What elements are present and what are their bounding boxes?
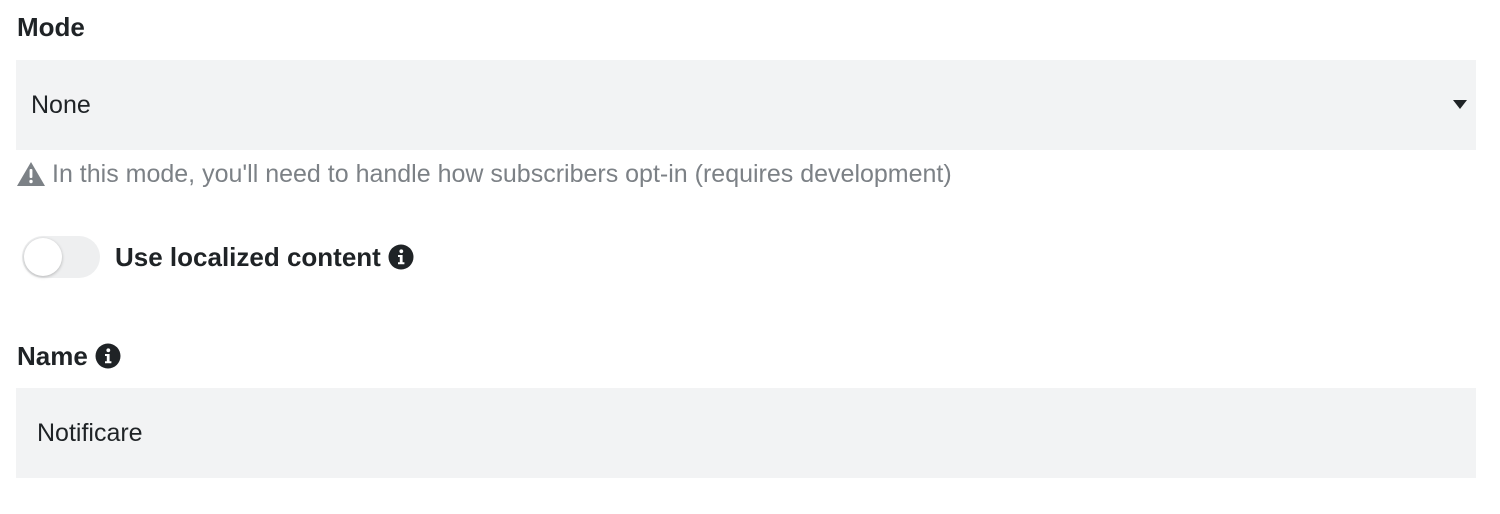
info-icon[interactable]: [388, 244, 414, 270]
localized-content-row: Use localized content: [22, 236, 414, 278]
mode-hint-text: In this mode, you'll need to handle how …: [52, 159, 952, 188]
localized-content-toggle[interactable]: [22, 236, 100, 278]
mode-label: Mode: [17, 12, 85, 42]
mode-hint: In this mode, you'll need to handle how …: [16, 158, 952, 190]
toggle-knob: [24, 238, 62, 276]
mode-select-value: None: [31, 91, 91, 119]
caret-down-icon: [1453, 100, 1467, 109]
name-input[interactable]: [16, 388, 1476, 478]
info-icon[interactable]: [95, 343, 121, 369]
localized-content-label: Use localized content: [115, 241, 381, 272]
name-label: Name: [17, 340, 88, 371]
name-label-row: Name: [17, 340, 121, 372]
mode-select[interactable]: None: [16, 60, 1476, 150]
warning-icon: [17, 162, 45, 186]
